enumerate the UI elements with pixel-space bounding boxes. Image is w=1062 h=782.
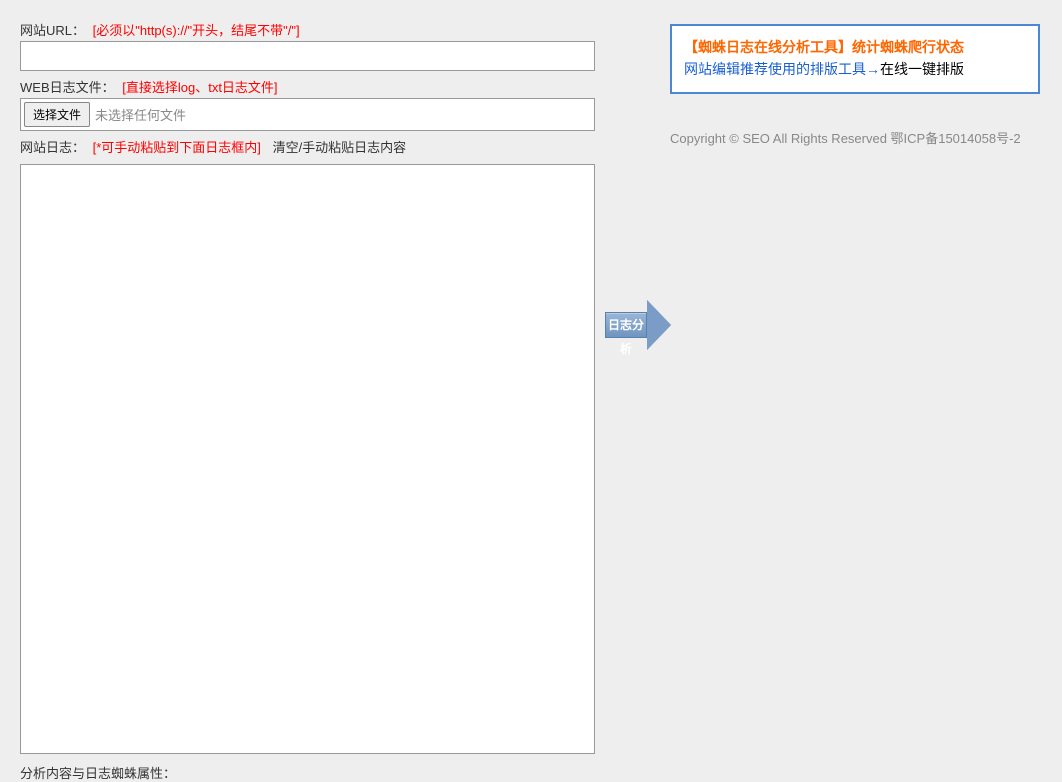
- file-input-wrapper[interactable]: 选择文件 未选择任何文件: [20, 98, 595, 131]
- analysis-attr-label: 分析内容与日志蜘蛛属性：: [20, 763, 600, 782]
- log-hint: [*可手动粘贴到下面日志框内]: [93, 140, 261, 155]
- file-status: 未选择任何文件: [93, 105, 186, 124]
- info-line2b[interactable]: 在线一键排版: [880, 61, 964, 77]
- analyze-button[interactable]: 日志分析: [605, 290, 670, 360]
- url-label: 网站URL：: [20, 23, 85, 38]
- log-textarea[interactable]: [20, 164, 595, 754]
- url-input[interactable]: [20, 41, 595, 71]
- info-line1: 【蜘蛛日志在线分析工具】统计蜘蛛爬行状态: [684, 36, 1026, 58]
- choose-file-button[interactable]: 选择文件: [24, 102, 90, 127]
- log-label: 网站日志：: [20, 140, 85, 155]
- url-hint: [必须以"http(s)://"开头，结尾不带"/"]: [93, 23, 300, 38]
- arrow-right-icon: →: [866, 61, 880, 77]
- analyze-button-label: 日志分析: [605, 312, 647, 338]
- file-hint: [直接选择log、txt日志文件]: [122, 80, 277, 95]
- file-label: WEB日志文件：: [20, 80, 115, 95]
- info-line2a[interactable]: 网站编辑推荐使用的排版工具: [684, 61, 866, 77]
- arrow-right-icon: [647, 300, 671, 350]
- info-box: 【蜘蛛日志在线分析工具】统计蜘蛛爬行状态 网站编辑推荐使用的排版工具→在线一键排…: [670, 24, 1040, 94]
- clear-link[interactable]: 清空/手动粘贴日志内容: [273, 140, 407, 155]
- copyright-text: Copyright © SEO All Rights Reserved 鄂ICP…: [670, 128, 1040, 147]
